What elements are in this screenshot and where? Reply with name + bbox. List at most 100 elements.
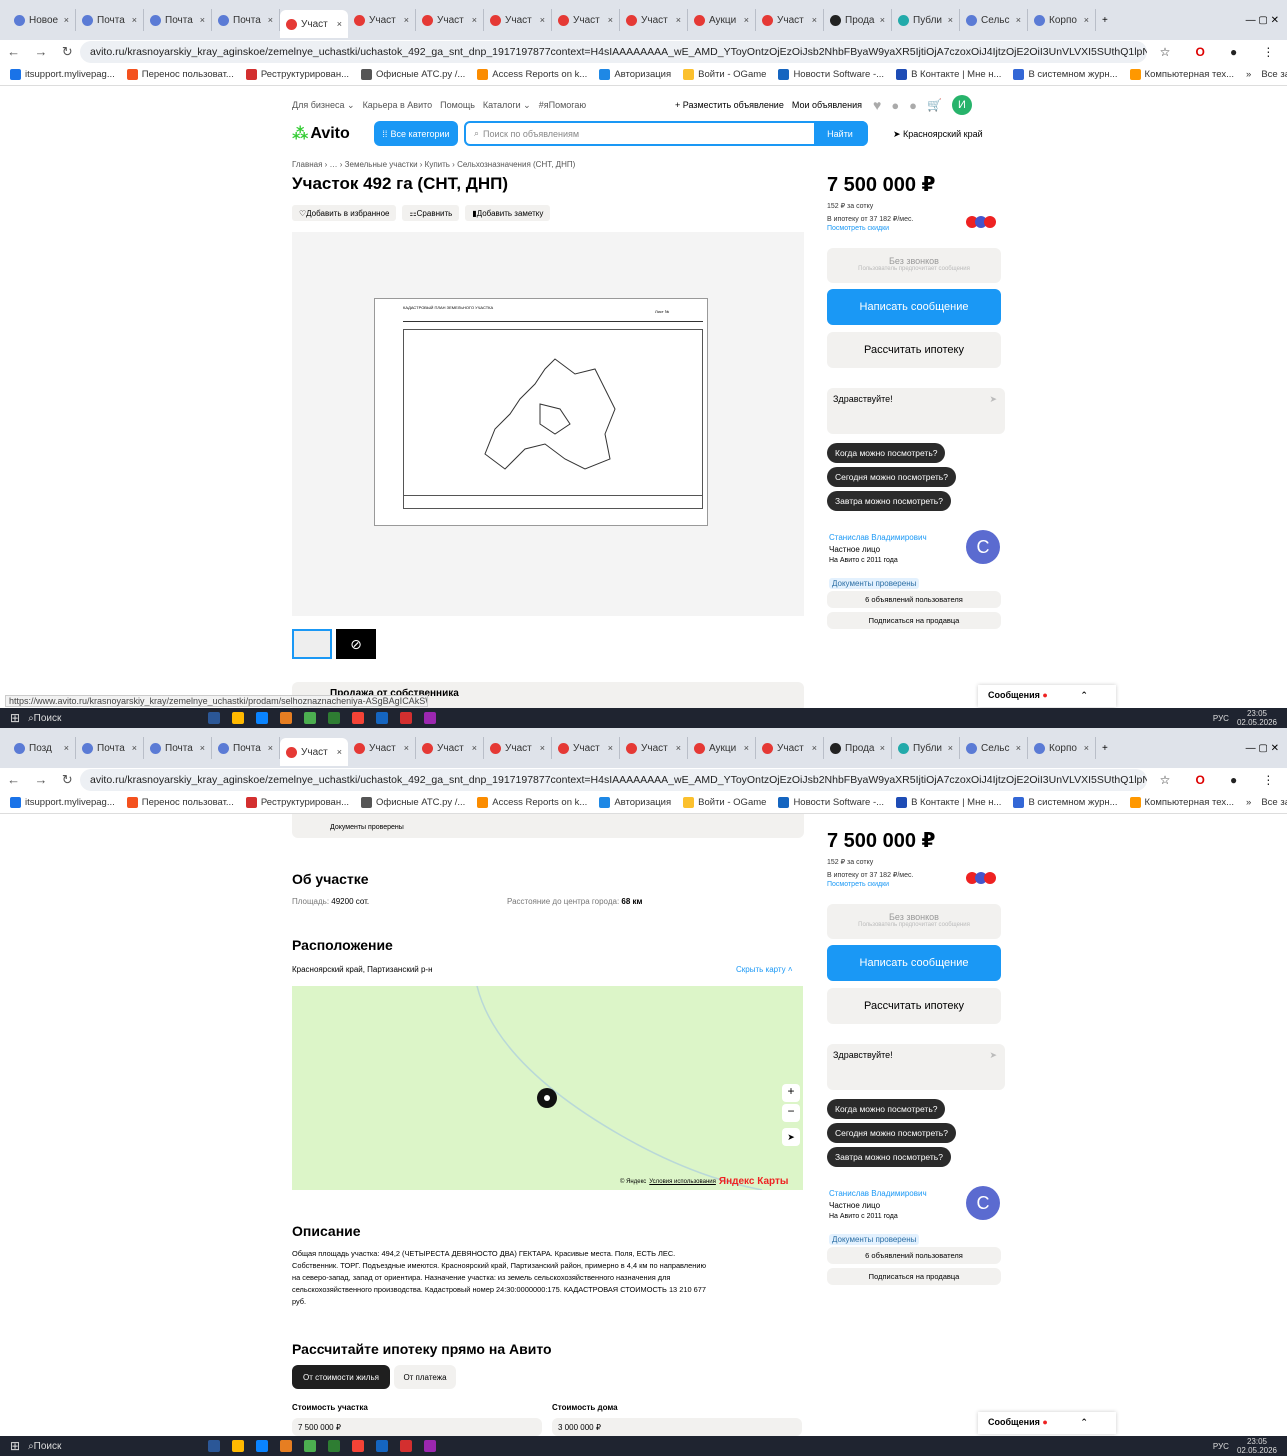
heart-icon[interactable]: ♥ [873,97,881,113]
hide-map-link[interactable]: Скрыть карту ˄ [736,965,793,974]
browser-tab[interactable]: Участ × [620,9,688,31]
subscribe-button[interactable]: Подписаться на продавца [827,612,1001,629]
tab-from-payment[interactable]: От платежа [394,1365,456,1389]
bookmark-item[interactable]: Авторизация [599,69,671,80]
top-link[interactable]: Каталоги ⌄ [483,100,531,111]
browser-tab[interactable]: Почта × [76,9,144,31]
top-link[interactable]: Для бизнеса ⌄ [292,100,355,111]
profile-icon[interactable]: ● [1230,773,1237,787]
top-link[interactable]: #яПомогаю [539,100,586,111]
clock[interactable]: 23:05 02.05.2026 [1237,709,1277,727]
chevron-up-icon[interactable]: ⌃ [1080,690,1088,700]
photo-gallery[interactable]: КАДАСТРОВЫЙ ПЛАН ЗЕМЕЛЬНОГО УЧАСТКА Лист… [292,232,804,616]
map[interactable]: + − ➤ © Яндекс Условия использования Яндек… [292,986,803,1190]
seller-avatar[interactable]: С [966,530,1000,564]
browser-tab[interactable]: Участ × [484,737,552,759]
house-cost-input[interactable]: 3 000 000 ₽ [552,1418,802,1436]
tab-close-icon[interactable]: × [880,15,885,25]
quick-reply-chip[interactable]: Когда можно посмотреть? [827,443,946,463]
bookmark-item[interactable]: Компьютерная тех... [1129,797,1234,808]
language-indicator[interactable]: РУС [1213,714,1229,723]
reload-icon[interactable]: ↻ [62,772,73,788]
extension-icon[interactable]: O [1196,45,1205,59]
bookmark-item[interactable]: Новости Software -... [778,797,884,808]
taskbar-app-icon[interactable] [328,712,341,724]
url-field[interactable]: avito.ru/krasnoyarskiy_kray_aginskoe/zem… [80,41,1147,63]
bookmark-item[interactable]: Офисные АТС.ру /... [360,69,465,80]
tab-close-icon[interactable]: × [608,15,613,25]
tab-close-icon[interactable]: × [948,743,953,753]
tab-close-icon[interactable]: × [1016,743,1021,753]
subscribe-button[interactable]: Подписаться на продавца [827,1268,1001,1285]
browser-tab[interactable]: Почта × [144,9,212,31]
bookmark-item[interactable]: В Контакте | Мне н... [896,797,1001,808]
browser-tab[interactable]: Участ × [756,737,824,759]
window-controls[interactable]: — ▢ ✕ [1246,15,1279,26]
tab-close-icon[interactable]: × [337,747,342,757]
browser-tab[interactable]: Сельс × [960,9,1028,31]
post-ad-link[interactable]: + Разместить объявление [675,100,784,110]
taskbar-app-icon[interactable] [400,712,413,724]
search-button[interactable]: Найти [814,121,866,146]
all-bookmarks-folder[interactable]: Все закладки [1261,69,1287,80]
forward-icon[interactable]: → [35,772,48,788]
message-input[interactable]: Здравствуйте! ➤ [827,1044,1005,1090]
taskbar-app-icon[interactable] [424,712,437,724]
window-controls[interactable]: — ▢ ✕ [1246,743,1279,754]
new-tab-icon[interactable]: + [1102,743,1108,754]
action-button[interactable]: ▮ Добавить заметку [465,205,551,221]
quick-reply-chip[interactable]: Сегодня можно посмотреть? [827,1123,956,1143]
browser-tab[interactable]: Почта × [76,737,144,759]
tab-close-icon[interactable]: × [608,743,613,753]
quick-reply-chip[interactable]: Завтра можно посмотреть? [827,1147,951,1167]
taskbar-app-icon[interactable] [376,712,389,724]
seller-name[interactable]: Станислав Владимирович [829,1189,927,1198]
bookmark-item[interactable]: Реструктурирован... [245,69,349,80]
quick-reply-chip[interactable]: Сегодня можно посмотреть? [827,467,956,487]
tab-from-price[interactable]: От стоимости жилья [292,1365,390,1389]
discounts-link[interactable]: Посмотреть скидки [827,881,889,888]
tab-close-icon[interactable]: × [404,743,409,753]
cart-icon[interactable]: 🛒 [927,98,942,112]
url-field[interactable]: avito.ru/krasnoyarskiy_kray_aginskoe/zem… [80,769,1147,791]
taskbar-search[interactable]: ⌕ Поиск [28,713,128,724]
tab-close-icon[interactable]: × [676,743,681,753]
tab-close-icon[interactable]: × [744,15,749,25]
tab-close-icon[interactable]: × [404,15,409,25]
browser-tab[interactable]: Участ × [416,737,484,759]
tab-close-icon[interactable]: × [268,743,273,753]
star-icon[interactable]: ☆ [1160,773,1171,787]
bookmark-item[interactable]: Войти - OGame [683,797,766,808]
forward-icon[interactable]: → [35,44,48,60]
taskbar-app-icon[interactable] [208,1440,221,1452]
taskbar-app-icon[interactable] [304,1440,317,1452]
browser-tab[interactable]: Аукци × [688,9,756,31]
tab-close-icon[interactable]: × [880,743,885,753]
tab-close-icon[interactable]: × [540,15,545,25]
windows-start-icon[interactable]: ⊞ [10,1439,20,1453]
browser-tab[interactable]: Участ × [552,737,620,759]
user-avatar[interactable]: И [951,95,972,115]
bookmark-item[interactable]: Access Reports on k... [477,69,587,80]
tab-close-icon[interactable]: × [948,15,953,25]
language-indicator[interactable]: РУС [1213,1442,1229,1451]
browser-tab[interactable]: Почта × [212,9,280,31]
bookmark-item[interactable]: Войти - OGame [683,69,766,80]
calc-mortgage-button[interactable]: Рассчитать ипотеку [827,332,1001,368]
taskbar-app-icon[interactable] [280,1440,293,1452]
tab-close-icon[interactable]: × [540,743,545,753]
tab-close-icon[interactable]: × [64,743,69,753]
browser-tab[interactable]: Участ × [280,738,348,766]
all-categories-button[interactable]: ⁞⁞ Все категории [374,121,458,146]
plot-cost-input[interactable]: 7 500 000 ₽ [292,1418,542,1436]
bookmark-item[interactable]: Авторизация [599,797,671,808]
windows-start-icon[interactable]: ⊞ [10,711,20,725]
taskbar-app-icon[interactable] [352,712,365,724]
tab-close-icon[interactable]: × [337,19,342,29]
write-message-button[interactable]: Написать сообщение [827,289,1001,325]
browser-tab[interactable]: Новое × [8,9,76,31]
new-tab-icon[interactable]: + [1102,15,1108,26]
map-pin-icon[interactable] [537,1088,557,1108]
browser-tab[interactable]: Почта × [144,737,212,759]
menu-icon[interactable]: ⋮ [1262,45,1274,59]
